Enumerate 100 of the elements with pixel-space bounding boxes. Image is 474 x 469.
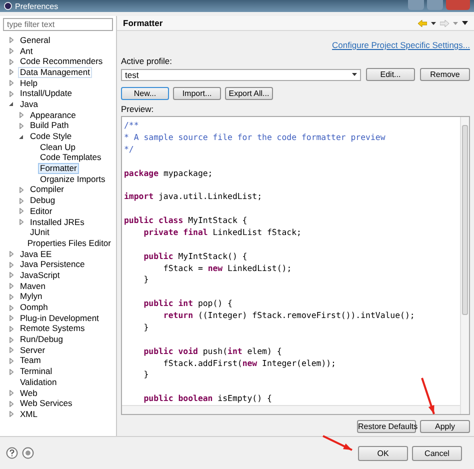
profile-label: Active profile:: [121, 56, 174, 66]
collapsed-arrow-icon[interactable]: [9, 48, 14, 54]
tree-item[interactable]: Team: [18, 355, 43, 366]
profile-action-button[interactable]: Import...: [173, 87, 221, 100]
collapsed-arrow-icon[interactable]: [9, 315, 14, 322]
tree-item[interactable]: Remote Systems: [18, 323, 87, 334]
tree-item[interactable]: Compiler: [28, 184, 66, 196]
tree-item[interactable]: Code Recommenders: [18, 56, 105, 68]
tree-item[interactable]: JUnit: [28, 227, 52, 238]
collapsed-arrow-icon[interactable]: [19, 219, 24, 226]
collapsed-arrow-icon[interactable]: [9, 37, 14, 44]
forward-arrow-icon[interactable]: [440, 20, 449, 26]
collapsed-arrow-icon[interactable]: [9, 58, 14, 65]
collapsed-arrow-icon[interactable]: [9, 400, 14, 407]
code-line: * A sample source file for the code formatter preview: [124, 132, 386, 142]
collapsed-arrow-icon[interactable]: [9, 390, 14, 396]
code-line: import java.util.LinkedList;: [124, 191, 262, 202]
collapsed-arrow-icon[interactable]: [9, 272, 14, 278]
tree-item[interactable]: Install/Update: [18, 88, 74, 100]
page-button[interactable]: Apply: [420, 420, 470, 433]
collapsed-arrow-icon[interactable]: [9, 347, 14, 354]
profile-button[interactable]: Edit...: [366, 68, 415, 81]
tree-item[interactable]: Installed JREs: [28, 216, 86, 228]
tree-item[interactable]: Validation: [18, 376, 59, 388]
tree-item[interactable]: Editor: [28, 206, 54, 217]
tree-item[interactable]: XML: [18, 408, 40, 420]
tree-item[interactable]: Properties Files Editor: [25, 238, 113, 249]
collapsed-arrow-icon[interactable]: [9, 411, 14, 418]
tree-item[interactable]: Formatter: [38, 163, 79, 174]
tree-item[interactable]: Java Persistence: [18, 259, 87, 270]
tree-item[interactable]: Data Management: [18, 66, 92, 78]
tree-item[interactable]: Web: [18, 388, 40, 399]
tree-item[interactable]: Clean Up: [38, 142, 78, 153]
page-title: Formatter: [123, 18, 163, 28]
tree-item[interactable]: Code Style: [28, 131, 74, 142]
configure-link[interactable]: Configure Project Specific Settings...: [332, 40, 470, 50]
page-button[interactable]: Restore Defaults: [357, 420, 416, 433]
code-line: public boolean isEmpty() {: [142, 393, 272, 404]
dropdown-icon[interactable]: [431, 22, 436, 24]
collapsed-arrow-icon[interactable]: [9, 90, 14, 97]
dialog-button[interactable]: Cancel: [412, 446, 462, 460]
code-line: }: [142, 369, 149, 380]
collapsed-arrow-icon[interactable]: [9, 326, 14, 332]
tree-item[interactable]: Build Path: [28, 120, 71, 132]
expanded-arrow-icon[interactable]: [19, 134, 24, 140]
horizontal-scrollbar[interactable]: [122, 405, 460, 414]
collapsed-arrow-icon[interactable]: [9, 262, 14, 268]
code-line: public void push(int elem) {: [142, 346, 282, 356]
profile-action-button[interactable]: Export All...: [225, 87, 273, 100]
vertical-scrollbar[interactable]: [460, 117, 469, 414]
dialog-button[interactable]: OK: [358, 446, 408, 460]
tree-item[interactable]: General: [18, 34, 52, 46]
preview-label: Preview:: [121, 104, 155, 114]
tree-item[interactable]: Server: [18, 344, 48, 356]
profile-action-button[interactable]: New...: [121, 87, 169, 100]
collapsed-arrow-icon[interactable]: [19, 198, 24, 204]
tree-item[interactable]: Java EE: [18, 248, 54, 260]
filter-field[interactable]: type filter text: [3, 18, 113, 31]
collapsed-arrow-icon[interactable]: [9, 336, 14, 343]
dropdown-icon: [352, 73, 357, 76]
code-line: return ((Integer) fStack.removeFirst()).intValue();: [162, 310, 415, 320]
tree-item[interactable]: Oomph: [18, 302, 50, 314]
menu-icon[interactable]: [462, 21, 468, 25]
collapsed-arrow-icon[interactable]: [9, 294, 14, 300]
collapsed-arrow-icon[interactable]: [19, 208, 24, 214]
code-line: fStack = new LinkedList();: [162, 262, 292, 272]
profile-dropdown[interactable]: test: [121, 68, 361, 80]
tree-item[interactable]: Code Templates: [38, 152, 104, 164]
tree-item[interactable]: Plug-in Development: [18, 312, 101, 324]
help-icon[interactable]: [6, 447, 18, 459]
profile-button[interactable]: Remove: [420, 68, 470, 81]
tree-item[interactable]: Ant: [18, 46, 35, 57]
tree-item[interactable]: Maven: [18, 280, 48, 292]
collapsed-arrow-icon[interactable]: [9, 69, 14, 76]
tree-item[interactable]: JavaScript: [18, 270, 62, 281]
collapsed-arrow-icon[interactable]: [9, 283, 14, 290]
tree-item[interactable]: Help: [18, 78, 40, 89]
collapsed-arrow-icon[interactable]: [9, 251, 14, 258]
tree-item[interactable]: Organize Imports: [38, 174, 108, 185]
collapsed-arrow-icon[interactable]: [19, 186, 24, 193]
tree-item[interactable]: Debug: [28, 195, 58, 206]
code-line: /**: [124, 120, 139, 130]
code-line: }: [142, 274, 149, 284]
tree-item[interactable]: Appearance: [28, 110, 78, 121]
collapsed-arrow-icon[interactable]: [9, 80, 14, 86]
arrow-annotation: [322, 435, 352, 451]
window-title: Preferences: [15, 2, 58, 10]
tree-item[interactable]: Run/Debug: [18, 334, 66, 346]
collapsed-arrow-icon[interactable]: [9, 368, 14, 375]
collapsed-arrow-icon[interactable]: [19, 112, 24, 118]
collapsed-arrow-icon[interactable]: [9, 304, 14, 311]
tree-item[interactable]: Web Services: [18, 398, 74, 410]
tree-item[interactable]: Mylyn: [18, 291, 44, 302]
back-arrow-icon[interactable]: [418, 20, 427, 26]
code-line: public int pop() {: [142, 298, 232, 308]
tree-item[interactable]: Terminal: [18, 366, 54, 378]
collapsed-arrow-icon[interactable]: [9, 358, 14, 364]
tree-item[interactable]: Java: [18, 98, 40, 110]
expanded-arrow-icon[interactable]: [9, 101, 14, 108]
collapsed-arrow-icon[interactable]: [19, 122, 24, 129]
